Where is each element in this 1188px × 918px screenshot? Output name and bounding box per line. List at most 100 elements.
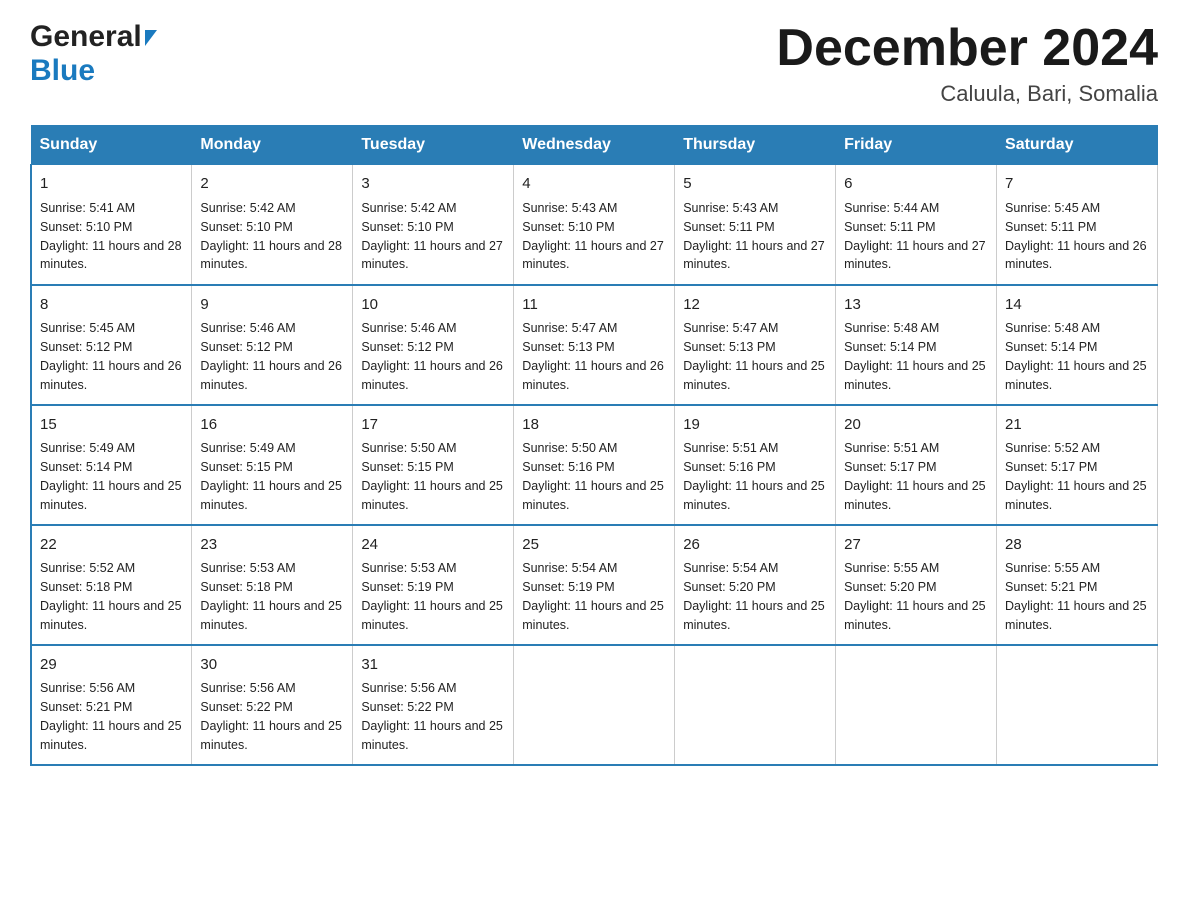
day-info: Sunrise: 5:53 AMSunset: 5:19 PMDaylight:… <box>361 561 503 632</box>
table-row: 16 Sunrise: 5:49 AMSunset: 5:15 PMDaylig… <box>192 405 353 525</box>
table-row: 19 Sunrise: 5:51 AMSunset: 5:16 PMDaylig… <box>675 405 836 525</box>
calendar-body: 1 Sunrise: 5:41 AMSunset: 5:10 PMDayligh… <box>31 165 1158 765</box>
day-number: 27 <box>844 534 988 556</box>
day-number: 13 <box>844 294 988 316</box>
table-row: 29 Sunrise: 5:56 AMSunset: 5:21 PMDaylig… <box>31 645 192 765</box>
day-number: 14 <box>1005 294 1149 316</box>
day-number: 8 <box>40 294 183 316</box>
header-monday: Monday <box>192 126 353 165</box>
table-row <box>836 645 997 765</box>
title-block: December 2024 Caluula, Bari, Somalia <box>776 20 1158 107</box>
day-number: 22 <box>40 534 183 556</box>
day-info: Sunrise: 5:43 AMSunset: 5:10 PMDaylight:… <box>522 201 664 272</box>
day-info: Sunrise: 5:45 AMSunset: 5:12 PMDaylight:… <box>40 321 182 392</box>
day-info: Sunrise: 5:50 AMSunset: 5:15 PMDaylight:… <box>361 441 503 512</box>
table-row: 18 Sunrise: 5:50 AMSunset: 5:16 PMDaylig… <box>514 405 675 525</box>
day-info: Sunrise: 5:44 AMSunset: 5:11 PMDaylight:… <box>844 201 986 272</box>
day-info: Sunrise: 5:41 AMSunset: 5:10 PMDaylight:… <box>40 201 182 272</box>
day-number: 15 <box>40 414 183 436</box>
day-number: 12 <box>683 294 827 316</box>
logo: General Blue <box>30 20 157 88</box>
day-info: Sunrise: 5:52 AMSunset: 5:17 PMDaylight:… <box>1005 441 1147 512</box>
day-number: 20 <box>844 414 988 436</box>
logo-arrow-icon <box>145 30 157 46</box>
day-info: Sunrise: 5:51 AMSunset: 5:16 PMDaylight:… <box>683 441 825 512</box>
day-number: 4 <box>522 173 666 195</box>
header-saturday: Saturday <box>997 126 1158 165</box>
table-row: 30 Sunrise: 5:56 AMSunset: 5:22 PMDaylig… <box>192 645 353 765</box>
table-row: 31 Sunrise: 5:56 AMSunset: 5:22 PMDaylig… <box>353 645 514 765</box>
table-row: 3 Sunrise: 5:42 AMSunset: 5:10 PMDayligh… <box>353 165 514 285</box>
day-number: 6 <box>844 173 988 195</box>
table-row: 13 Sunrise: 5:48 AMSunset: 5:14 PMDaylig… <box>836 285 997 405</box>
table-row: 4 Sunrise: 5:43 AMSunset: 5:10 PMDayligh… <box>514 165 675 285</box>
day-number: 31 <box>361 654 505 676</box>
day-info: Sunrise: 5:55 AMSunset: 5:20 PMDaylight:… <box>844 561 986 632</box>
table-row: 6 Sunrise: 5:44 AMSunset: 5:11 PMDayligh… <box>836 165 997 285</box>
table-row: 21 Sunrise: 5:52 AMSunset: 5:17 PMDaylig… <box>997 405 1158 525</box>
day-info: Sunrise: 5:54 AMSunset: 5:19 PMDaylight:… <box>522 561 664 632</box>
day-number: 18 <box>522 414 666 436</box>
table-row: 22 Sunrise: 5:52 AMSunset: 5:18 PMDaylig… <box>31 525 192 645</box>
table-row: 17 Sunrise: 5:50 AMSunset: 5:15 PMDaylig… <box>353 405 514 525</box>
day-number: 29 <box>40 654 183 676</box>
table-row: 12 Sunrise: 5:47 AMSunset: 5:13 PMDaylig… <box>675 285 836 405</box>
table-row: 23 Sunrise: 5:53 AMSunset: 5:18 PMDaylig… <box>192 525 353 645</box>
day-number: 1 <box>40 173 183 195</box>
table-row: 7 Sunrise: 5:45 AMSunset: 5:11 PMDayligh… <box>997 165 1158 285</box>
header-wednesday: Wednesday <box>514 126 675 165</box>
day-info: Sunrise: 5:53 AMSunset: 5:18 PMDaylight:… <box>200 561 342 632</box>
day-number: 2 <box>200 173 344 195</box>
day-number: 11 <box>522 294 666 316</box>
logo-general-text: General <box>30 20 142 54</box>
header-thursday: Thursday <box>675 126 836 165</box>
day-number: 28 <box>1005 534 1149 556</box>
day-number: 19 <box>683 414 827 436</box>
table-row: 5 Sunrise: 5:43 AMSunset: 5:11 PMDayligh… <box>675 165 836 285</box>
day-info: Sunrise: 5:49 AMSunset: 5:15 PMDaylight:… <box>200 441 342 512</box>
table-row: 26 Sunrise: 5:54 AMSunset: 5:20 PMDaylig… <box>675 525 836 645</box>
day-number: 30 <box>200 654 344 676</box>
day-number: 10 <box>361 294 505 316</box>
table-row: 9 Sunrise: 5:46 AMSunset: 5:12 PMDayligh… <box>192 285 353 405</box>
table-row <box>514 645 675 765</box>
table-row: 15 Sunrise: 5:49 AMSunset: 5:14 PMDaylig… <box>31 405 192 525</box>
day-info: Sunrise: 5:47 AMSunset: 5:13 PMDaylight:… <box>522 321 664 392</box>
calendar-header: Sunday Monday Tuesday Wednesday Thursday… <box>31 126 1158 165</box>
day-info: Sunrise: 5:43 AMSunset: 5:11 PMDaylight:… <box>683 201 825 272</box>
day-number: 17 <box>361 414 505 436</box>
day-info: Sunrise: 5:56 AMSunset: 5:22 PMDaylight:… <box>200 681 342 752</box>
day-info: Sunrise: 5:55 AMSunset: 5:21 PMDaylight:… <box>1005 561 1147 632</box>
table-row <box>997 645 1158 765</box>
day-number: 23 <box>200 534 344 556</box>
day-number: 25 <box>522 534 666 556</box>
page-header: General Blue December 2024 Caluula, Bari… <box>30 20 1158 107</box>
day-number: 7 <box>1005 173 1149 195</box>
table-row: 27 Sunrise: 5:55 AMSunset: 5:20 PMDaylig… <box>836 525 997 645</box>
table-row: 2 Sunrise: 5:42 AMSunset: 5:10 PMDayligh… <box>192 165 353 285</box>
calendar-table: Sunday Monday Tuesday Wednesday Thursday… <box>30 125 1158 766</box>
logo-blue-text: Blue <box>30 54 95 87</box>
day-number: 16 <box>200 414 344 436</box>
day-number: 24 <box>361 534 505 556</box>
table-row: 28 Sunrise: 5:55 AMSunset: 5:21 PMDaylig… <box>997 525 1158 645</box>
table-row: 25 Sunrise: 5:54 AMSunset: 5:19 PMDaylig… <box>514 525 675 645</box>
day-info: Sunrise: 5:48 AMSunset: 5:14 PMDaylight:… <box>844 321 986 392</box>
table-row: 11 Sunrise: 5:47 AMSunset: 5:13 PMDaylig… <box>514 285 675 405</box>
table-row <box>675 645 836 765</box>
table-row: 24 Sunrise: 5:53 AMSunset: 5:19 PMDaylig… <box>353 525 514 645</box>
header-sunday: Sunday <box>31 126 192 165</box>
day-info: Sunrise: 5:49 AMSunset: 5:14 PMDaylight:… <box>40 441 182 512</box>
day-info: Sunrise: 5:46 AMSunset: 5:12 PMDaylight:… <box>200 321 342 392</box>
table-row: 1 Sunrise: 5:41 AMSunset: 5:10 PMDayligh… <box>31 165 192 285</box>
table-row: 14 Sunrise: 5:48 AMSunset: 5:14 PMDaylig… <box>997 285 1158 405</box>
day-info: Sunrise: 5:54 AMSunset: 5:20 PMDaylight:… <box>683 561 825 632</box>
day-info: Sunrise: 5:51 AMSunset: 5:17 PMDaylight:… <box>844 441 986 512</box>
day-number: 21 <box>1005 414 1149 436</box>
calendar-title: December 2024 <box>776 20 1158 77</box>
day-info: Sunrise: 5:48 AMSunset: 5:14 PMDaylight:… <box>1005 321 1147 392</box>
day-info: Sunrise: 5:56 AMSunset: 5:21 PMDaylight:… <box>40 681 182 752</box>
calendar-location: Caluula, Bari, Somalia <box>776 81 1158 107</box>
day-info: Sunrise: 5:45 AMSunset: 5:11 PMDaylight:… <box>1005 201 1147 272</box>
header-tuesday: Tuesday <box>353 126 514 165</box>
